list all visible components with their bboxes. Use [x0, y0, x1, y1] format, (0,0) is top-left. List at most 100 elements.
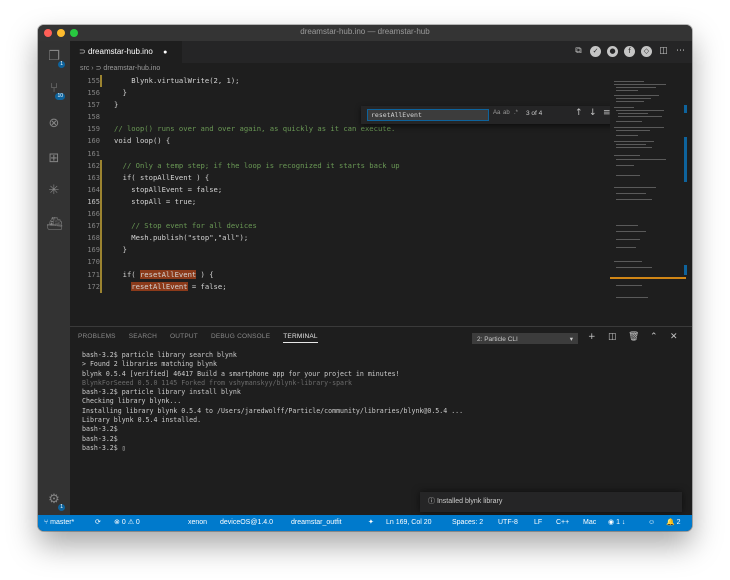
notification-toast[interactable]: ⓘ Installed blynk library: [420, 492, 682, 512]
particle-compile-icon[interactable]: ✓: [590, 46, 601, 57]
line-ending[interactable]: LF: [534, 515, 542, 531]
problems-indicator[interactable]: ⊗ 0 ⚠ 0: [114, 515, 140, 531]
line-number-gutter: 155 156 157 158 159 160 161 162 163 164 …: [70, 75, 100, 293]
source-control-icon[interactable]: ⑂ 10: [46, 81, 65, 100]
terminal-line: blynk 0.5.4 [verified] 46417 Build a sma…: [82, 369, 400, 378]
terminal-line: Library blynk 0.5.4 installed.: [82, 416, 202, 425]
arrow-down-icon[interactable]: ↓: [589, 108, 597, 118]
tab-label: dreamstar-hub.ino: [87, 47, 153, 56]
close-panel-icon[interactable]: ✕: [670, 332, 678, 342]
open-changes-icon[interactable]: ⧉: [573, 46, 584, 57]
cursor-position[interactable]: Ln 169, Col 20: [386, 515, 432, 531]
explorer-icon[interactable]: ❐ 1: [46, 49, 65, 68]
terminal-select-value: 2: Particle CLI: [477, 336, 518, 343]
terminal-line: BlynkForSeeed 0.5.0 1145 Forked from vsh…: [82, 378, 352, 387]
terminal-line: bash-3.2$ particle library install blynk: [82, 388, 241, 397]
more-actions-icon[interactable]: ⋯: [675, 46, 686, 57]
code-line: // loop() runs over and over again, as q…: [114, 124, 396, 134]
terminal-output[interactable]: bash-3.2$ particle library search blynk …: [82, 351, 682, 453]
live-share-count: 1 ↓: [616, 519, 626, 526]
particle-device[interactable]: xenon: [188, 515, 207, 531]
terminal-line: bash-3.2$: [82, 425, 118, 434]
code-line-search-match: resetAllEvent = false;: [131, 281, 227, 291]
arrow-up-icon[interactable]: ↑: [575, 108, 583, 118]
bell-icon[interactable]: 🔔 2: [666, 515, 681, 531]
breadcrumb-folder[interactable]: src: [80, 65, 89, 72]
explorer-badge: 1: [58, 61, 65, 68]
line-number: 160: [87, 137, 100, 146]
code-editor[interactable]: 155 156 157 158 159 160 161 162 163 164 …: [70, 75, 610, 321]
git-change-marker[interactable]: [100, 160, 102, 293]
sync-icon[interactable]: ⟳: [95, 515, 101, 531]
tab-dreamstar-hub[interactable]: ⊃ dreamstar-hub.ino ●: [70, 41, 182, 63]
particle-serial-icon[interactable]: ◇: [641, 46, 652, 57]
minimap-change-marker: [684, 105, 687, 113]
terminal-select[interactable]: 2: Particle CLI ▾: [472, 333, 578, 344]
code-line: // Only a temp step; if the loop is reco…: [114, 160, 400, 170]
find-input[interactable]: resetAllEvent: [367, 109, 489, 121]
search-match-highlight: resetAllEvent: [131, 281, 188, 291]
line-number: 163: [87, 173, 100, 182]
file-icon: ⊃: [79, 47, 86, 56]
find-in-selection-icon[interactable]: ≡: [603, 108, 610, 118]
tab-output[interactable]: OUTPUT: [170, 333, 198, 343]
live-share[interactable]: ◉ 1 ↓: [608, 515, 625, 531]
minimap[interactable]: [610, 75, 692, 321]
tab-debug-console[interactable]: DEBUG CONSOLE: [211, 333, 270, 343]
tab-terminal[interactable]: TERMINAL: [283, 333, 318, 343]
git-change-marker[interactable]: [100, 75, 102, 87]
maximize-panel-icon[interactable]: ⌃: [650, 332, 658, 342]
code-line: }: [114, 245, 127, 255]
modified-dot-icon[interactable]: ●: [163, 49, 167, 56]
trash-icon[interactable]: 🗑: [628, 332, 639, 342]
match-case-toggle[interactable]: Aa: [493, 110, 500, 116]
file-icon: ⊃: [95, 65, 102, 72]
particle-icon[interactable]: ✳: [46, 183, 62, 199]
source-control-badge: 10: [55, 93, 65, 100]
line-number: 157: [87, 101, 100, 110]
minimap-current-line: [610, 277, 686, 279]
indentation[interactable]: Spaces: 2: [452, 515, 483, 531]
panel-tabs: PROBLEMS SEARCH OUTPUT DEBUG CONSOLE TER…: [78, 333, 318, 343]
code-line: void loop() {: [114, 136, 171, 146]
branch-name: master*: [50, 519, 75, 526]
particle-icon[interactable]: ✦: [368, 515, 374, 531]
breadcrumb: src › ⊃ dreamstar-hub.ino: [70, 63, 670, 75]
code-line: Mesh.publish("stop","all");: [114, 233, 249, 243]
extensions-icon[interactable]: ⊞: [46, 151, 62, 167]
title-bar: dreamstar-hub.ino — dreamstar-hub: [38, 25, 692, 41]
particle-os-version[interactable]: deviceOS@1.4.0: [220, 515, 273, 531]
platform[interactable]: Mac: [583, 515, 596, 531]
gear-icon[interactable]: ⚙ 1: [46, 492, 65, 511]
encoding[interactable]: UTF-8: [498, 515, 518, 531]
activity-bar: ❐ 1 ⑂ 10 ⊗ ⊞ ✳ ⛴ ⚙ 1: [38, 41, 70, 515]
line-number: 162: [87, 161, 100, 170]
whole-word-toggle[interactable]: ab: [503, 110, 510, 116]
language-mode[interactable]: C++: [556, 515, 569, 531]
new-terminal-icon[interactable]: +: [588, 332, 596, 342]
tab-problems[interactable]: PROBLEMS: [78, 333, 116, 343]
code-line: stopAllEvent = false;: [114, 184, 223, 194]
match-count: 3 of 4: [526, 110, 543, 117]
regex-toggle[interactable]: .*: [514, 110, 518, 116]
particle-flash-icon[interactable]: ●: [607, 46, 618, 57]
particle-cloud-icon[interactable]: f: [624, 46, 635, 57]
status-bar: ⑂ master* ⟳ ⊗ 0 ⚠ 0 xenon deviceOS@1.4.0…: [38, 515, 692, 531]
feedback-icon[interactable]: ☺: [648, 515, 655, 531]
split-terminal-icon[interactable]: ◫: [608, 332, 617, 342]
split-editor-icon[interactable]: ◫: [658, 46, 669, 57]
tab-search[interactable]: SEARCH: [129, 333, 157, 343]
debug-icon[interactable]: ⊗: [46, 116, 62, 132]
line-number: 170: [87, 258, 100, 267]
particle-target[interactable]: dreamstar_outfit: [291, 515, 342, 531]
eye-icon: ◉: [608, 519, 615, 526]
terminal-line: bash-3.2$: [82, 434, 118, 443]
git-branch[interactable]: ⑂ master*: [44, 515, 74, 531]
breadcrumb-file[interactable]: dreamstar-hub.ino: [103, 65, 160, 72]
docker-icon[interactable]: ⛴: [46, 217, 63, 233]
line-number: 171: [87, 270, 100, 279]
code-line: // Stop event for all devices: [114, 221, 257, 231]
